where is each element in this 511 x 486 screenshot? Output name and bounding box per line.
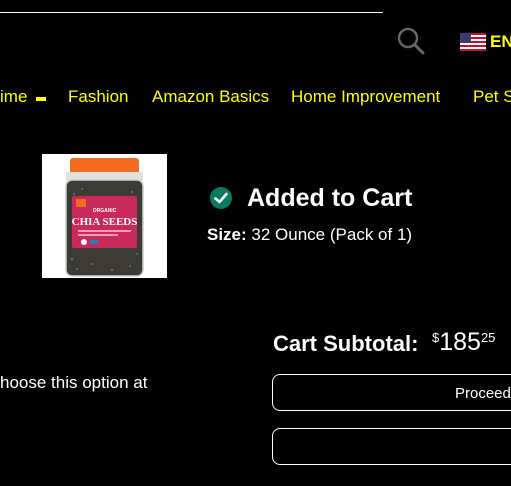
search-icon[interactable] [396, 26, 426, 56]
size-info: Size: 32 Ounce (Pack of 1) [207, 225, 412, 245]
prime-dropdown-icon[interactable] [36, 97, 46, 101]
check-circle-icon [210, 187, 232, 209]
price-whole: 185 [439, 328, 481, 356]
nav-item-amazon-basics[interactable]: Amazon Basics [152, 87, 269, 107]
go-to-cart-button[interactable] [272, 428, 511, 465]
size-value: 32 Ounce (Pack of 1) [251, 225, 413, 244]
price-symbol: $ [432, 330, 440, 345]
language-selector[interactable]: EN [490, 32, 511, 52]
price-fraction: 25 [480, 330, 496, 345]
proceed-to-checkout-button[interactable]: Proceed [272, 374, 511, 411]
nav-item-prime[interactable]: ime [0, 87, 27, 107]
size-label: Size: [207, 225, 247, 244]
cart-subtotal-label: Cart Subtotal: [273, 331, 419, 356]
top-divider [0, 12, 383, 13]
cart-subtotal-price: $18525 [432, 328, 495, 357]
jar-label-line1: ORGANIC [93, 208, 117, 214]
nav-item-home-improvement[interactable]: Home Improvement [291, 87, 440, 107]
nav-item-pet-supplies[interactable]: Pet S [473, 87, 511, 107]
added-to-cart-status: Added to Cart [247, 184, 413, 212]
nav-item-fashion[interactable]: Fashion [68, 87, 128, 107]
option-text: hoose this option at [0, 373, 148, 392]
chia-seeds-jar-image: ORGANIC CHIA SEEDS [65, 158, 144, 277]
jar-label-line2: CHIA SEEDS [72, 216, 138, 228]
product-image[interactable]: ORGANIC CHIA SEEDS [42, 154, 167, 278]
us-flag-icon[interactable] [460, 33, 486, 51]
